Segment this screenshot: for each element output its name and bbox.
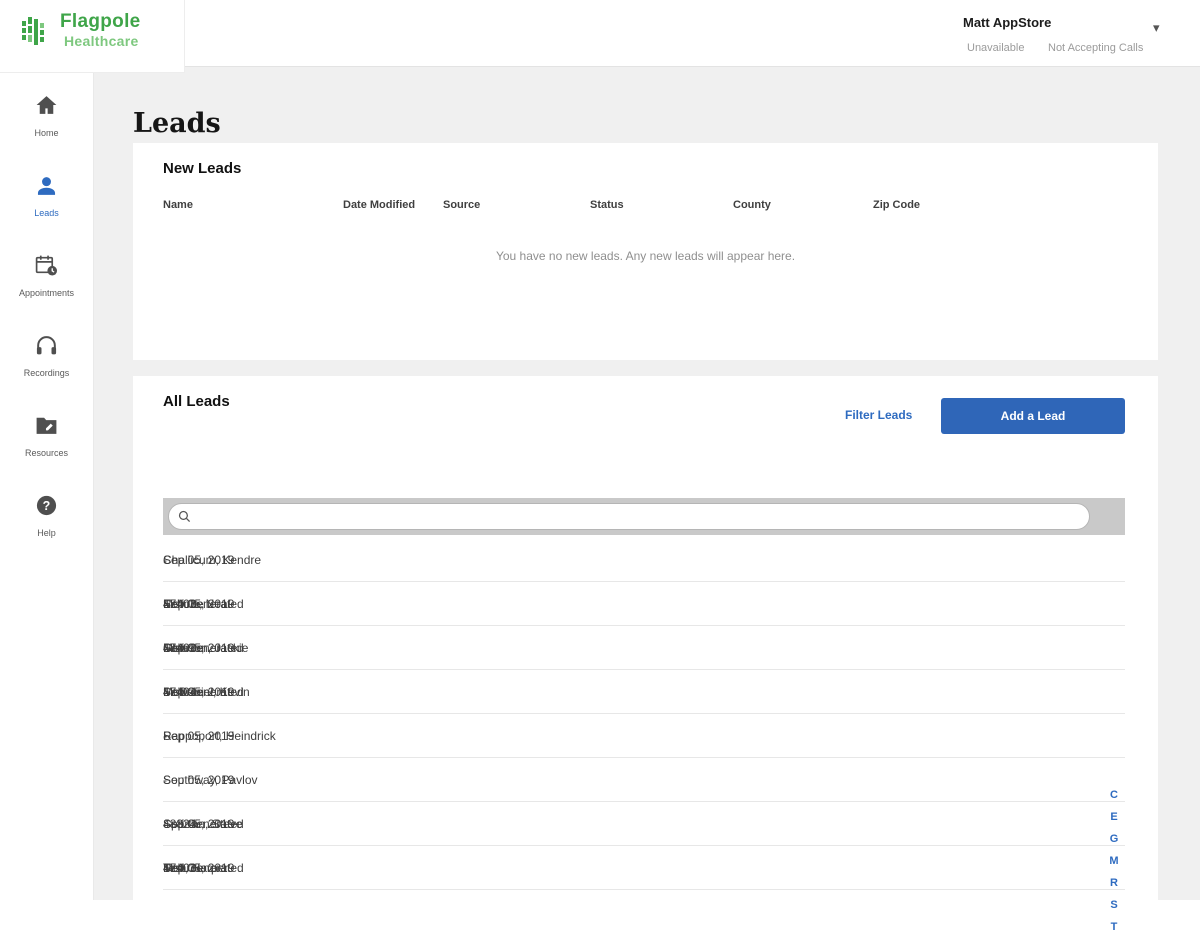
- index-letter-g[interactable]: G: [1106, 833, 1122, 855]
- sidebar-item-resources[interactable]: Resources: [0, 413, 93, 471]
- table-row[interactable]: McDaniel, Kevin Sep 05, 2019 Self Genera…: [163, 670, 1125, 714]
- new-leads-title: New Leads: [163, 160, 241, 177]
- lead-date-modified: Sep 05, 2019: [163, 758, 234, 802]
- table-row[interactable]: Southway, Pavlov Sep 05, 2019 - -: [163, 758, 1125, 802]
- recordings-icon: [34, 333, 59, 358]
- alphabet-scroll-index: CEGMRST: [1106, 789, 1122, 943]
- table-row[interactable]: Challicum, Kendre Sep 05, 2019 - -: [163, 538, 1125, 582]
- lead-status: -: [163, 758, 167, 802]
- lead-status: -: [163, 714, 167, 758]
- lead-status: -: [163, 538, 167, 582]
- sidebar-item-label: Recordings: [0, 368, 93, 378]
- call-status: Not Accepting Calls: [1048, 42, 1143, 54]
- sidebar-item-label: Appointments: [0, 288, 93, 298]
- filter-leads-link[interactable]: Filter Leads: [845, 408, 912, 422]
- appointments-icon: [34, 253, 59, 278]
- lead-zip: 47404: [163, 670, 196, 714]
- sidebar-item-label: Help: [0, 528, 93, 538]
- page-title: Leads: [133, 108, 221, 139]
- index-letter-r[interactable]: R: [1106, 877, 1122, 899]
- search-input[interactable]: [168, 503, 1090, 530]
- logo-text-primary: Flagpole: [60, 11, 141, 33]
- sidebar-item-label: Leads: [0, 208, 93, 218]
- lead-zip: 47403: [163, 626, 196, 670]
- table-row[interactable]: Rappoport, Heindrick Sep 05, 2019 - -: [163, 714, 1125, 758]
- index-letter-s[interactable]: S: [1106, 899, 1122, 921]
- sidebar-item-home[interactable]: Home: [0, 93, 93, 151]
- new-leads-empty-message: You have no new leads. Any new leads wil…: [133, 249, 1158, 263]
- new-leads-card: New Leads Name Date Modified Source Status C…: [133, 143, 1158, 360]
- column-header: Name: [163, 199, 193, 211]
- chevron-down-icon[interactable]: ▾: [1153, 20, 1160, 36]
- table-row[interactable]: Gleason, Jackie Sep 05, 2019 Self Genera…: [163, 626, 1125, 670]
- all-leads-table-body: Challicum, Kendre Sep 05, 2019 - - Echol…: [163, 538, 1125, 890]
- sidebar-item-label: Home: [0, 128, 93, 138]
- help-icon: ?: [34, 493, 59, 518]
- lead-zip: 47403: [163, 582, 196, 626]
- lead-zip: 47403: [163, 846, 196, 890]
- sidebar-item-recordings[interactable]: Recordings: [0, 333, 93, 391]
- user-menu[interactable]: Matt AppStore: [963, 15, 1051, 30]
- table-row[interactable]: Test, Harper Sep 05, 2019 Self Generated…: [163, 846, 1125, 890]
- sidebar-item-appointments[interactable]: Appointments: [0, 253, 93, 311]
- column-header: Status: [590, 199, 624, 211]
- lead-zip: 48824: [163, 802, 196, 846]
- all-leads-card: All Leads Filter Leads Add a Lead Challi…: [133, 376, 1158, 900]
- column-header: Date Modified: [343, 199, 415, 211]
- sidebar-item-help[interactable]: ? Help: [0, 493, 93, 551]
- index-letter-m[interactable]: M: [1106, 855, 1122, 877]
- app-logo[interactable]: Flagpole Healthcare: [0, 0, 185, 73]
- column-header: County: [733, 199, 771, 211]
- index-letter-c[interactable]: C: [1106, 789, 1122, 811]
- table-row[interactable]: Echols, Neal Sep 05, 2019 Self Generated…: [163, 582, 1125, 626]
- lead-date-modified: Sep 05, 2019: [163, 538, 234, 582]
- table-row[interactable]: Spartan, Steve Sep 05, 2019 Self Generat…: [163, 802, 1125, 846]
- column-header: Source: [443, 199, 480, 211]
- flagpole-logo-icon: [20, 15, 50, 49]
- availability-status: Unavailable: [967, 42, 1024, 54]
- svg-text:?: ?: [43, 499, 51, 513]
- add-lead-button[interactable]: Add a Lead: [941, 398, 1125, 434]
- home-icon: [34, 93, 59, 118]
- index-letter-e[interactable]: E: [1106, 811, 1122, 833]
- search-bar-strip: [163, 498, 1125, 535]
- sidebar-item-leads[interactable]: Leads: [0, 173, 93, 231]
- resources-icon: [34, 413, 59, 438]
- sidebar-nav: Home Leads Appointments Recordings Resources…: [0, 67, 93, 900]
- lead-date-modified: Sep 05, 2019: [163, 714, 234, 758]
- leads-icon: [34, 173, 59, 198]
- all-leads-title: All Leads: [163, 393, 230, 410]
- index-letter-t[interactable]: T: [1106, 921, 1122, 943]
- sidebar-item-label: Resources: [0, 448, 93, 458]
- logo-text-secondary: Healthcare: [64, 33, 139, 49]
- column-header: Zip Code: [873, 199, 920, 211]
